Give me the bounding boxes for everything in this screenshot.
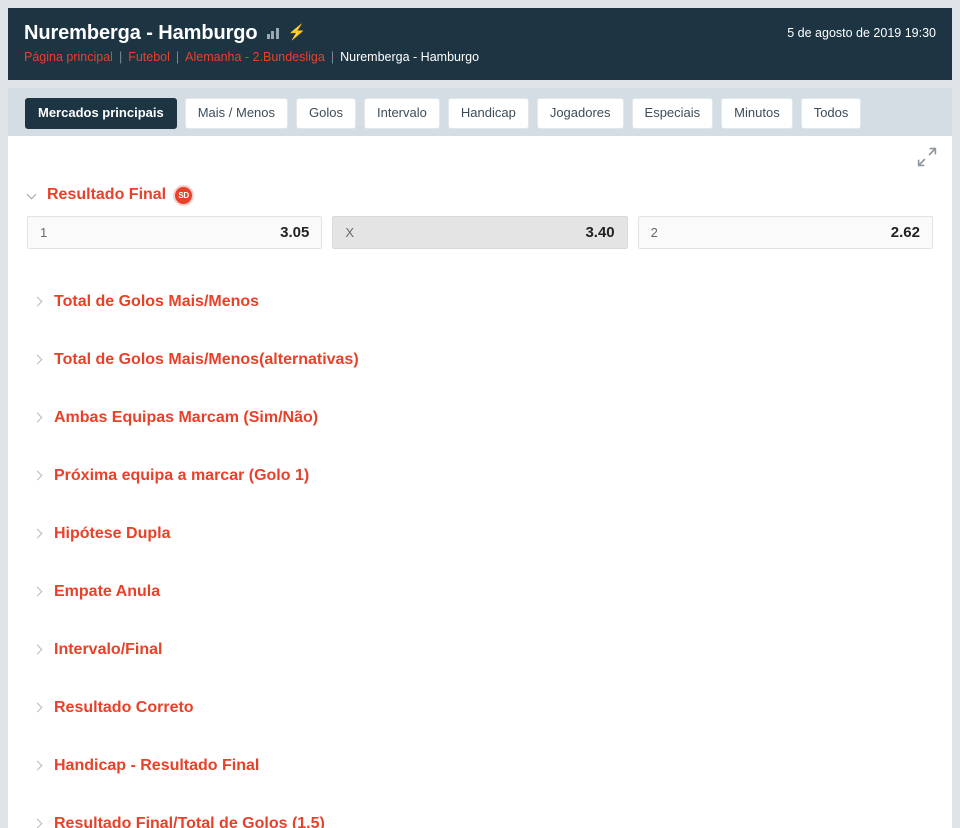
breadcrumb-separator: | [175,50,180,64]
tab-todos[interactable]: Todos [800,98,862,129]
tab-especiais[interactable]: Especiais [631,98,714,129]
breadcrumb-separator: | [118,50,123,64]
breadcrumb-item-current: Nuremberga - Hamburgo [340,50,480,64]
market-title: Hipótese Dupla [54,525,171,542]
event-datetime: 5 de agosto de 2019 19:30 [787,26,936,40]
match-header: Nuremberga - Hamburgo ⚡ Página principal… [8,8,952,80]
market-title: Intervalo/Final [54,641,163,658]
chevron-right-icon [34,586,44,598]
breadcrumb: Página principal | Futebol | Alemanha - … [24,49,936,65]
odds-label: 2 [650,225,658,240]
market-row[interactable]: Total de Golos Mais/Menos [8,273,952,331]
odds-label: 1 [40,225,48,240]
chevron-right-icon [34,470,44,482]
market-title: Próxima equipa a marcar (Golo 1) [54,467,310,484]
chevron-right-icon [34,644,44,656]
sd-badge: SD [175,186,193,204]
market-title: Ambas Equipas Marcam (Sim/Não) [54,409,319,426]
market-title: Total de Golos Mais/Menos(alternativas) [54,351,359,368]
tab-handicap[interactable]: Handicap [447,98,529,129]
odds-value: 3.05 [280,224,310,241]
market-tab-bar: Mercados principais Mais / Menos Golos I… [8,88,952,136]
chevron-right-icon [34,412,44,424]
chevron-right-icon [34,296,44,308]
chevron-down-icon[interactable] [27,190,38,201]
market-row[interactable]: Empate Anula [8,563,952,621]
odds-label: X [345,225,354,240]
breadcrumb-separator: | [330,50,335,64]
market-row[interactable]: Resultado Correto [8,679,952,737]
market-row[interactable]: Próxima equipa a marcar (Golo 1) [8,447,952,505]
odds-cell-away[interactable]: 2 2.62 [637,216,933,249]
tab-intervalo[interactable]: Intervalo [364,98,440,129]
market-row[interactable]: Resultado Final/Total de Golos (1.5) [8,795,952,828]
odds-value: 2.62 [890,224,920,241]
market-title: Resultado Final/Total de Golos (1.5) [54,815,325,828]
market-row[interactable]: Hipótese Dupla [8,505,952,563]
expand-arrows-icon[interactable] [914,144,940,170]
chevron-right-icon [34,354,44,366]
tab-golos[interactable]: Golos [296,98,356,129]
tab-jogadores[interactable]: Jogadores [536,98,624,129]
breadcrumb-item-sport[interactable]: Futebol [128,49,170,65]
collapsed-markets-list: Total de Golos Mais/Menos Total de Golos… [8,249,952,828]
market-title: Empate Anula [54,583,161,600]
markets-panel: Resultado Final SD 1 3.05 X 3.40 2 2.62 [8,136,952,828]
market-title: Resultado Final [47,186,167,203]
signal-bars-icon[interactable] [266,26,279,39]
chevron-right-icon [34,528,44,540]
odds-cell-home[interactable]: 1 3.05 [27,216,323,249]
market-title: Total de Golos Mais/Menos [54,293,260,310]
tab-mais-menos[interactable]: Mais / Menos [184,98,289,129]
page-title: Nuremberga - Hamburgo [24,22,258,44]
market-title: Resultado Correto [54,699,194,716]
market-row[interactable]: Ambas Equipas Marcam (Sim/Não) [8,389,952,447]
chevron-right-icon [34,818,44,828]
market-title: Handicap - Resultado Final [54,757,260,774]
lightning-bolt-icon[interactable]: ⚡ [288,25,307,40]
chevron-right-icon [34,760,44,772]
market-header-resultado-final[interactable]: Resultado Final SD [8,186,952,204]
chevron-right-icon [34,702,44,714]
market-row[interactable]: Handicap - Resultado Final [8,737,952,795]
tab-minutos[interactable]: Minutos [721,98,793,129]
tab-mercados-principais[interactable]: Mercados principais [25,98,177,129]
breadcrumb-item-home[interactable]: Página principal [24,49,113,65]
odds-value: 3.40 [585,224,615,241]
page-root: Nuremberga - Hamburgo ⚡ Página principal… [0,0,960,828]
market-row[interactable]: Total de Golos Mais/Menos(alternativas) [8,331,952,389]
market-row[interactable]: Intervalo/Final [8,621,952,679]
breadcrumb-item-league[interactable]: Alemanha - 2.Bundesliga [185,49,325,65]
odds-cell-draw[interactable]: X 3.40 [332,216,628,249]
odds-row: 1 3.05 X 3.40 2 2.62 [8,204,952,249]
market-resultado-final: Resultado Final SD 1 3.05 X 3.40 2 2.62 [8,136,952,249]
